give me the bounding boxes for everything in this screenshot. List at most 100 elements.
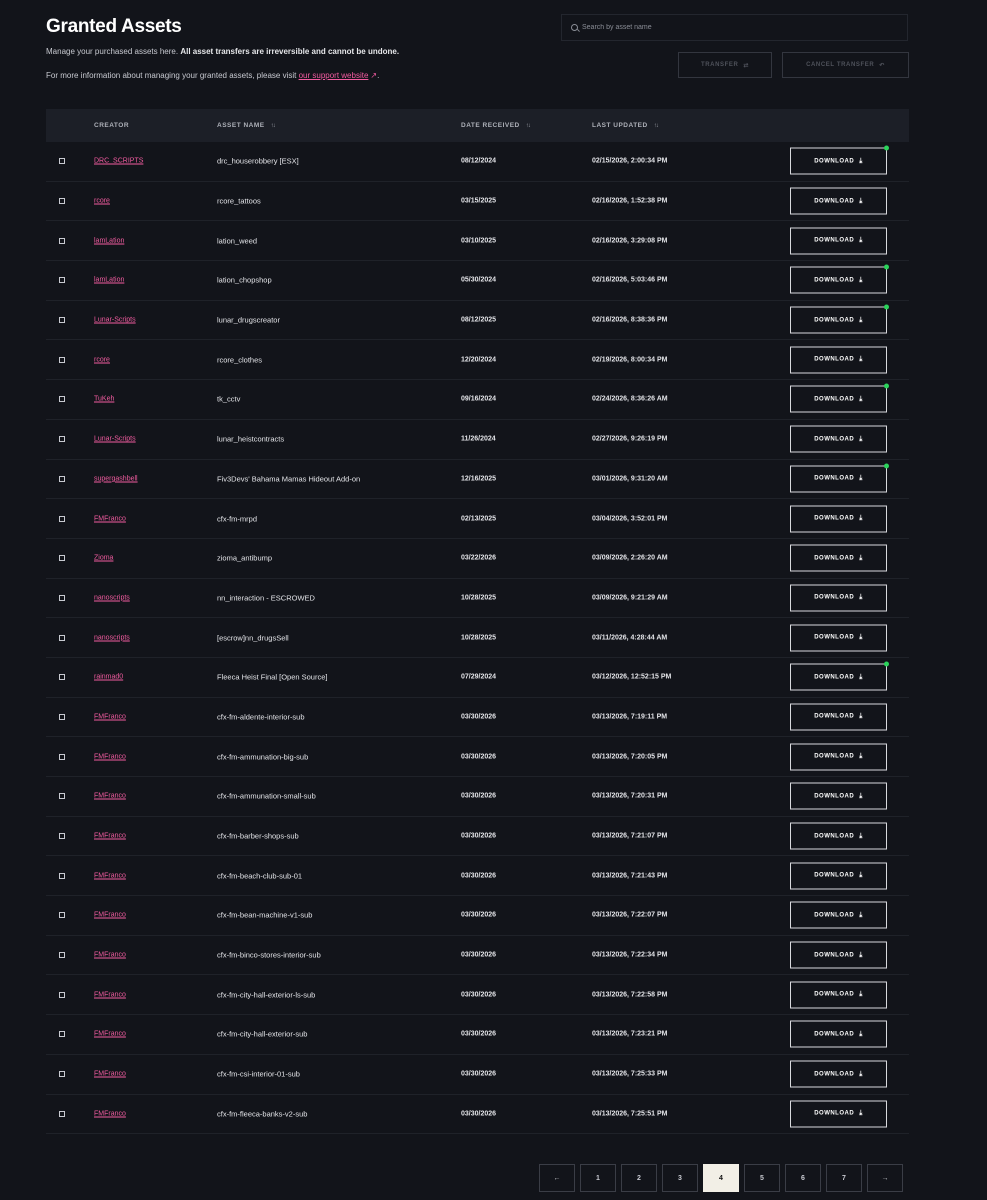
creator-link[interactable]: FMFranco	[94, 872, 126, 879]
row-checkbox[interactable]	[59, 396, 65, 403]
row-checkbox[interactable]	[59, 594, 65, 601]
download-button[interactable]: DOWNLOAD ⤓	[790, 862, 887, 890]
creator-link[interactable]: FMFranco	[94, 515, 126, 522]
creator-link[interactable]: FMFranco	[94, 1071, 126, 1078]
row-checkbox[interactable]	[59, 475, 65, 482]
column-header-asset-name[interactable]: ASSET NAME ↑↓	[217, 122, 276, 129]
download-button[interactable]: DOWNLOAD ⤓	[790, 703, 887, 731]
creator-link[interactable]: Lunar-Scripts	[94, 317, 136, 324]
cancel-transfer-button[interactable]: CANCEL TRANSFER ↶	[782, 52, 909, 78]
download-button[interactable]: DOWNLOAD ⤓	[790, 1020, 887, 1048]
download-button[interactable]: DOWNLOAD ⤓	[790, 584, 887, 612]
column-header-last-updated[interactable]: LAST UPDATED ↑↓	[592, 122, 659, 129]
row-checkbox[interactable]	[59, 555, 65, 562]
prev-page-button[interactable]: ←	[539, 1164, 575, 1192]
page-button-2[interactable]: 2	[621, 1164, 657, 1192]
download-button[interactable]: DOWNLOAD ⤓	[790, 1100, 887, 1128]
creator-link[interactable]: TuKeh	[94, 396, 114, 403]
last-updated: 02/27/2026, 9:26:19 PM	[592, 435, 668, 443]
download-button[interactable]: DOWNLOAD ⤓	[790, 544, 887, 572]
creator-link[interactable]: FMFranco	[94, 912, 126, 919]
row-checkbox[interactable]	[59, 198, 65, 205]
creator-link[interactable]: nanoscripts	[94, 594, 130, 601]
creator-link[interactable]: FMFranco	[94, 713, 126, 720]
download-button[interactable]: DOWNLOAD ⤓	[790, 425, 887, 453]
row-checkbox[interactable]	[59, 356, 65, 363]
next-page-button[interactable]: →	[867, 1164, 903, 1192]
creator-link[interactable]: rainmad0	[94, 674, 123, 681]
row-checkbox[interactable]	[59, 674, 65, 681]
download-button[interactable]: DOWNLOAD ⤓	[790, 624, 887, 652]
creator-link[interactable]: supergashbell	[94, 475, 138, 482]
row-checkbox[interactable]	[59, 317, 65, 324]
column-header-date-received[interactable]: DATE RECEIVED ↑↓	[461, 122, 531, 129]
last-updated: 03/09/2026, 2:26:20 AM	[592, 554, 668, 562]
page-button-7[interactable]: 7	[826, 1164, 862, 1192]
row-checkbox[interactable]	[59, 158, 65, 165]
download-button[interactable]: DOWNLOAD ⤓	[790, 383, 889, 413]
search-box[interactable]	[561, 14, 908, 41]
creator-link[interactable]: Lunar-Scripts	[94, 436, 136, 443]
search-input[interactable]	[582, 24, 907, 31]
row-checkbox[interactable]	[59, 753, 65, 760]
row-checkbox[interactable]	[59, 1031, 65, 1038]
sort-icon[interactable]: ↑↓	[526, 123, 531, 129]
creator-link[interactable]: FMFranco	[94, 991, 126, 998]
transfer-button[interactable]: TRANSFER ⇄	[678, 52, 772, 78]
creator-link[interactable]: Zioma	[94, 555, 113, 562]
download-button[interactable]: DOWNLOAD ⤓	[790, 463, 889, 493]
row-checkbox[interactable]	[59, 793, 65, 800]
download-button[interactable]: DOWNLOAD ⤓	[790, 264, 889, 294]
page-button-3[interactable]: 3	[662, 1164, 698, 1192]
download-button[interactable]: DOWNLOAD ⤓	[790, 505, 887, 533]
creator-link[interactable]: FMFranco	[94, 952, 126, 959]
row-checkbox[interactable]	[59, 1071, 65, 1078]
row-checkbox[interactable]	[59, 1110, 65, 1117]
creator-link[interactable]: FMFranco	[94, 833, 126, 840]
creator-link[interactable]: FMFranco	[94, 1110, 126, 1117]
download-button[interactable]: DOWNLOAD ⤓	[790, 346, 887, 374]
page-button-6[interactable]: 6	[785, 1164, 821, 1192]
download-label: DOWNLOAD	[814, 713, 855, 720]
sort-icon[interactable]: ↑↓	[654, 123, 659, 129]
row-checkbox[interactable]	[59, 436, 65, 443]
creator-link[interactable]: FMFranco	[94, 753, 126, 760]
support-website-link[interactable]: our support website	[299, 71, 369, 80]
creator-link[interactable]: rcore	[94, 198, 110, 205]
download-button[interactable]: DOWNLOAD ⤓	[790, 227, 887, 255]
download-button[interactable]: DOWNLOAD ⤓	[790, 782, 887, 810]
creator-link[interactable]: FMFranco	[94, 1031, 126, 1038]
creator-link[interactable]: lamLation	[94, 237, 124, 244]
download-button[interactable]: DOWNLOAD ⤓	[790, 1060, 887, 1088]
row-checkbox[interactable]	[59, 833, 65, 840]
row-checkbox[interactable]	[59, 912, 65, 919]
creator-link[interactable]: DRC_SCRIPTS	[94, 158, 143, 165]
page-button-4[interactable]: 4	[703, 1164, 739, 1192]
download-button[interactable]: DOWNLOAD ⤓	[790, 822, 887, 850]
sort-icon[interactable]: ↑↓	[271, 123, 276, 129]
download-button[interactable]: DOWNLOAD ⤓	[790, 901, 887, 929]
download-button[interactable]: DOWNLOAD ⤓	[790, 304, 889, 334]
row-checkbox[interactable]	[59, 237, 65, 244]
download-button[interactable]: DOWNLOAD ⤓	[790, 145, 889, 175]
row-checkbox[interactable]	[59, 634, 65, 641]
creator-link[interactable]: rcore	[94, 356, 110, 363]
download-button[interactable]: DOWNLOAD ⤓	[790, 941, 887, 969]
row-checkbox[interactable]	[59, 515, 65, 522]
creator-link[interactable]: lamLation	[94, 277, 124, 284]
last-updated: 02/16/2026, 1:52:38 PM	[592, 197, 668, 205]
creator-link[interactable]: nanoscripts	[94, 634, 130, 641]
creator-link[interactable]: FMFranco	[94, 793, 126, 800]
download-button[interactable]: DOWNLOAD ⤓	[790, 981, 887, 1009]
row-checkbox[interactable]	[59, 872, 65, 879]
row-checkbox[interactable]	[59, 277, 65, 284]
row-checkbox[interactable]	[59, 991, 65, 998]
download-button[interactable]: DOWNLOAD ⤓	[790, 187, 887, 215]
download-button[interactable]: DOWNLOAD ⤓	[790, 743, 887, 771]
column-header-creator: CREATOR	[94, 122, 129, 129]
download-button[interactable]: DOWNLOAD ⤓	[790, 661, 889, 691]
page-button-1[interactable]: 1	[580, 1164, 616, 1192]
page-button-5[interactable]: 5	[744, 1164, 780, 1192]
row-checkbox[interactable]	[59, 713, 65, 720]
row-checkbox[interactable]	[59, 952, 65, 959]
